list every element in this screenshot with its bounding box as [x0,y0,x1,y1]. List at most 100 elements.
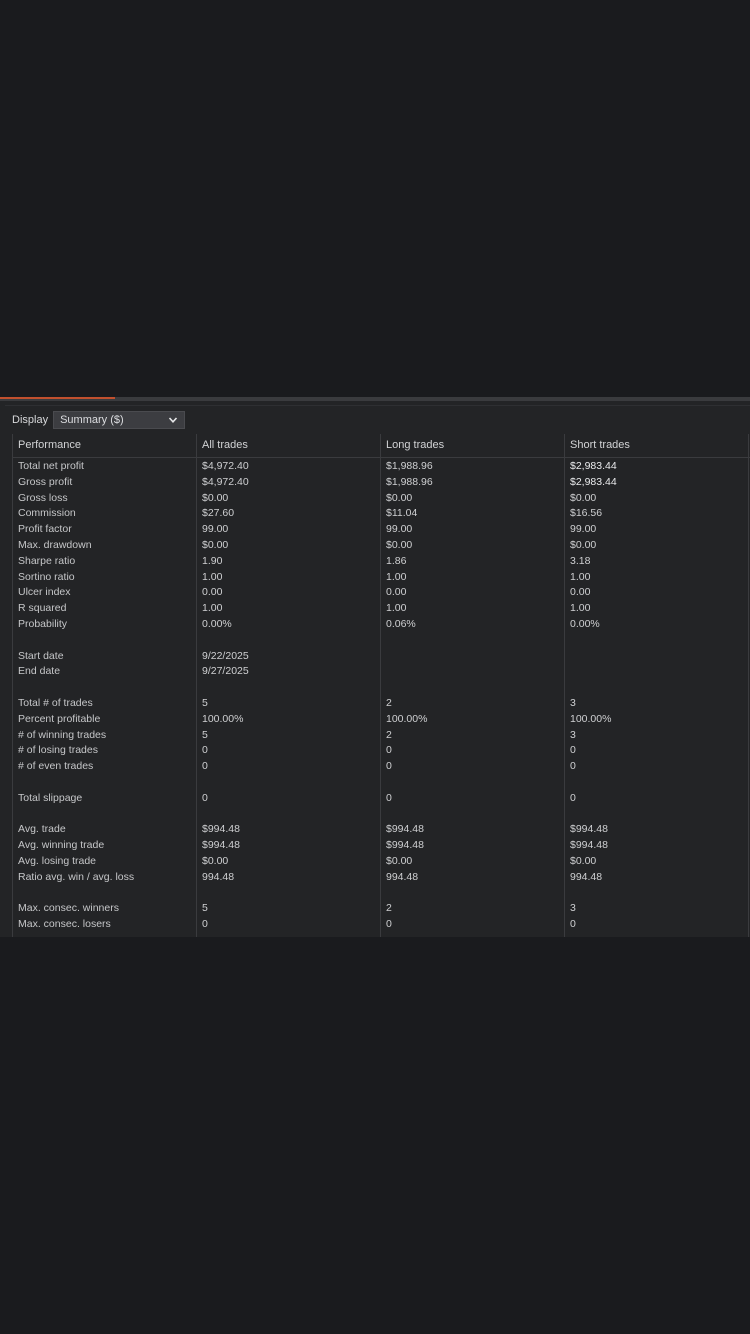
table-row[interactable]: Total net profit $4,972.40 $1,988.96 $2,983… [13,458,750,474]
cell-long-trades: 2 [386,728,392,741]
table-row[interactable]: Max. consec. winners 5 2 3 [13,900,750,916]
cell-all-trades: $994.48 [202,839,240,852]
table-row[interactable] [13,679,750,695]
table-row[interactable]: Total # of trades 5 2 3 [13,695,750,711]
table-header: Performance All trades Long trades Short… [13,434,750,458]
table-row[interactable]: Start date 9/22/2025 [13,648,750,664]
table-row[interactable]: Commission $27.60 $11.04 $16.56 [13,505,750,521]
table-row[interactable]: Avg. losing trade $0.00 $0.00 $0.00 [13,853,750,869]
table-row[interactable] [13,885,750,901]
table-row[interactable]: Max. consec. losers 0 0 0 [13,916,750,932]
cell-short-trades: 3 [570,697,576,709]
table-row[interactable]: R squared 1.00 1.00 1.00 [13,600,750,616]
cell-long-trades: 1.86 [386,554,407,567]
table-row[interactable]: Ulcer index 0.00 0.00 0.00 [13,584,750,600]
cell-all-trades: 5 [202,728,208,741]
cell-short-trades: 99.00 [570,523,597,536]
cell-short-trades: $2,983.44 [570,460,617,472]
cell-long-trades: 0 [386,791,392,804]
cell-long-trades: 99.00 [386,523,413,536]
cell-short-trades: $0.00 [570,539,597,551]
cell-short-trades: $0.00 [570,491,597,504]
cell-long-trades: 0.00 [386,586,407,599]
cell-long-trades: 2 [386,697,392,709]
row-label: Sortino ratio [18,570,75,583]
table-row[interactable]: Percent profitable 100.00% 100.00% 100.00% [13,711,750,727]
cell-short-trades: 994.48 [570,870,603,883]
table-row[interactable]: Max. drawdown $0.00 $0.00 $0.00 [13,537,750,553]
table-row[interactable]: Gross profit $4,972.40 $1,988.96 $2,983.44 [13,474,750,490]
cell-short-trades: 0 [570,791,576,804]
row-label: Gross profit [18,475,73,488]
table-row[interactable] [13,774,750,790]
row-label: Commission [18,507,76,520]
cell-short-trades: 1.00 [570,570,591,583]
cell-all-trades: 0 [202,791,208,804]
cell-short-trades: 0.00% [570,618,600,630]
table-row[interactable]: Avg. trade $994.48 $994.48 $994.48 [13,821,750,837]
cell-all-trades: $4,972.40 [202,460,249,472]
cell-long-trades: 0.06% [386,618,416,630]
table-row[interactable] [13,806,750,822]
cell-short-trades: 1.00 [570,602,591,615]
table-row[interactable]: # of even trades 0 0 0 [13,758,750,774]
cell-short-trades: $0.00 [570,855,597,867]
row-label: Avg. winning trade [18,839,105,852]
row-label: # of even trades [18,760,94,773]
header-all-trades[interactable]: All trades [202,434,248,457]
row-label: Percent profitable [18,712,101,725]
display-selector-row: Display Summary ($) [12,410,186,430]
header-performance[interactable]: Performance [18,434,81,457]
table-row[interactable]: Ratio avg. win / avg. loss 994.48 994.48 99… [13,869,750,885]
row-label: Gross loss [18,491,68,504]
table-row[interactable]: Sharpe ratio 1.90 1.86 3.18 [13,553,750,569]
row-label: Start date [18,649,64,662]
table-row[interactable]: Total slippage 0 0 0 [13,790,750,806]
row-label: Max. consec. losers [18,918,111,931]
cell-all-trades: 9/22/2025 [202,649,249,662]
row-label: # of losing trades [18,744,98,757]
cell-all-trades: 100.00% [202,712,244,725]
header-short-trades[interactable]: Short trades [570,434,630,457]
cell-long-trades: $11.04 [386,507,418,520]
display-label: Display [12,414,49,426]
table-row[interactable]: Sortino ratio 1.00 1.00 1.00 [13,569,750,585]
cell-long-trades: 100.00% [386,712,428,725]
row-label: End date [18,665,61,678]
cell-all-trades: $27.60 [202,507,235,520]
cell-all-trades: $994.48 [202,823,240,836]
cell-all-trades: 0 [202,760,208,773]
active-tab-indicator[interactable] [0,397,115,399]
cell-all-trades: 5 [202,697,208,709]
cell-all-trades: $0.00 [202,855,229,867]
cell-short-trades: 3.18 [570,554,591,567]
row-label: Sharpe ratio [18,554,76,567]
cell-all-trades: $4,972.40 [202,475,249,488]
cell-all-trades: $0.00 [202,539,229,551]
cell-long-trades: 994.48 [386,870,419,883]
performance-table: Performance All trades Long trades Short… [12,434,750,937]
cell-all-trades: $0.00 [202,491,229,504]
header-long-trades[interactable]: Long trades [386,434,444,457]
table-row[interactable]: Probability 0.00% 0.06% 0.00% [13,616,750,632]
row-label: R squared [18,602,67,615]
cell-short-trades: 0 [570,760,576,773]
cell-long-trades: 0 [386,918,392,931]
table-row[interactable] [13,632,750,648]
table-row[interactable]: # of winning trades 5 2 3 [13,727,750,743]
empty-bottom-area [0,937,750,1334]
cell-all-trades: 1.00 [202,570,223,583]
table-row[interactable]: Profit factor 99.00 99.00 99.00 [13,521,750,537]
cell-all-trades: 0.00% [202,618,232,630]
table-row[interactable]: # of losing trades 0 0 0 [13,742,750,758]
cell-short-trades: $2,983.44 [570,475,617,488]
table-row[interactable]: Avg. winning trade $994.48 $994.48 $994.48 [13,837,750,853]
display-dropdown[interactable]: Summary ($) [53,411,186,429]
chevron-down-icon [168,415,178,425]
table-row[interactable]: End date 9/27/2025 [13,663,750,679]
cell-all-trades: 0 [202,744,208,757]
row-label: Ulcer index [18,586,71,599]
cell-short-trades: 0.00 [570,586,591,599]
cell-long-trades: 0 [386,760,392,773]
table-row[interactable]: Gross loss $0.00 $0.00 $0.00 [13,490,750,506]
